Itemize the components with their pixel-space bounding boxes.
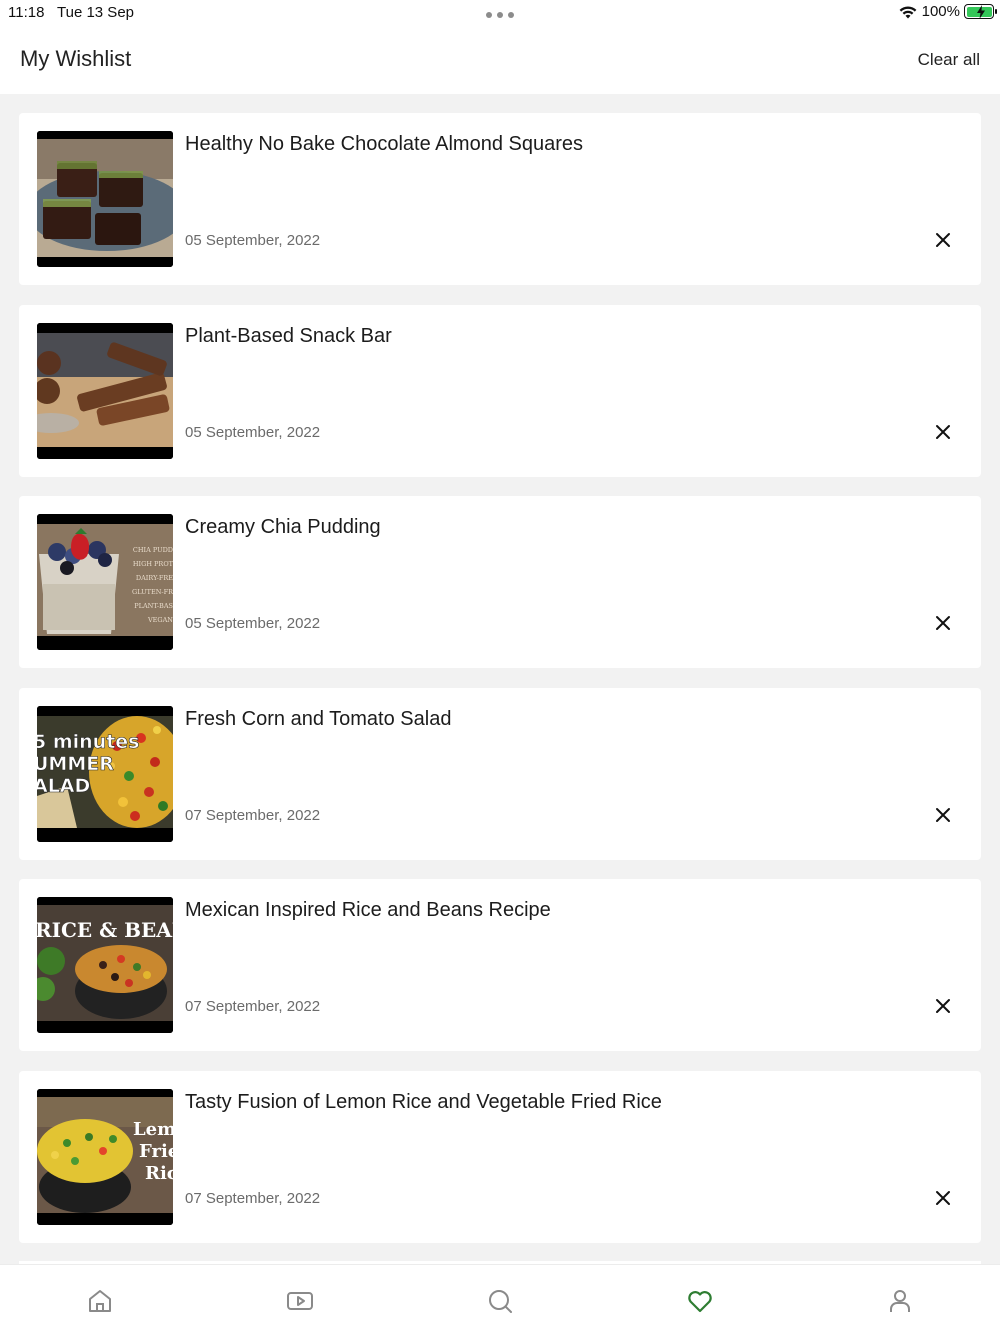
thumb-text: Lem xyxy=(133,1119,173,1140)
home-icon[interactable] xyxy=(85,1286,115,1316)
wishlist-item[interactable]: Lem Frie Ric Tasty Fusion of Lemon Rice … xyxy=(19,1070,981,1243)
recipe-thumbnail[interactable]: CHIA PUDD HIGH PROT DAIRY-FRE GLUTEN-FR … xyxy=(37,514,173,650)
thumb-text: GLUTEN-FR xyxy=(132,588,173,596)
saved-date: 07 September, 2022 xyxy=(185,1189,321,1207)
thumb-text: CHIA PUDD xyxy=(133,546,173,554)
wifi-icon xyxy=(899,5,917,18)
wishlist-list: Healthy No Bake Chocolate Almond Squares… xyxy=(19,113,981,1262)
remove-item-close-icon[interactable] xyxy=(933,230,953,250)
remove-item-close-icon[interactable] xyxy=(933,613,953,633)
clear-all-button[interactable]: Clear all xyxy=(918,50,980,70)
video-play-icon[interactable] xyxy=(285,1286,315,1316)
remove-item-close-icon[interactable] xyxy=(933,805,953,825)
page-title: My Wishlist xyxy=(20,46,132,71)
recipe-thumbnail[interactable] xyxy=(37,131,173,267)
status-bar: 11:18 Tue 13 Sep 100% xyxy=(0,0,1000,30)
recipe-thumbnail[interactable]: RICE & BEANS xyxy=(37,897,173,1033)
recipe-title[interactable]: Fresh Corn and Tomato Salad xyxy=(185,708,451,731)
remove-item-close-icon[interactable] xyxy=(933,422,953,442)
search-icon[interactable] xyxy=(485,1286,515,1316)
heart-icon[interactable] xyxy=(685,1286,715,1316)
recipe-title[interactable]: Plant-Based Snack Bar xyxy=(185,325,392,348)
remove-item-close-icon[interactable] xyxy=(933,996,953,1016)
header: My Wishlist Clear all xyxy=(0,30,1000,94)
thumb-text: 5 minutes xyxy=(37,731,139,753)
thumb-text: Ric xyxy=(145,1163,173,1184)
saved-date: 05 September, 2022 xyxy=(185,232,321,249)
recipe-thumbnail[interactable]: 5 minutes UMMER ALAD xyxy=(37,705,173,842)
recipe-thumbnail[interactable] xyxy=(37,322,173,459)
user-icon[interactable] xyxy=(885,1286,915,1316)
wishlist-item[interactable]: 5 minutes UMMER ALAD Fresh Corn and Toma… xyxy=(19,687,981,860)
battery-percent: 100% xyxy=(921,3,960,20)
thumb-text: VEGAN xyxy=(147,616,173,624)
wishlist-item[interactable]: CHIA PUDD HIGH PROT DAIRY-FRE GLUTEN-FR … xyxy=(19,496,981,668)
multitasking-dots-icon[interactable] xyxy=(486,12,514,18)
thumb-text: ALAD xyxy=(37,775,90,797)
status-date: Tue 13 Sep xyxy=(57,4,134,21)
saved-date: 07 September, 2022 xyxy=(185,806,321,824)
thumb-text: Frie xyxy=(139,1141,173,1162)
thumb-text: HIGH PROT xyxy=(133,560,173,568)
battery-charging-icon xyxy=(964,4,997,19)
status-indicators: 100% xyxy=(898,3,997,20)
remove-item-close-icon[interactable] xyxy=(933,1188,953,1208)
thumb-text: DAIRY-FRE xyxy=(136,574,173,582)
wishlist-item[interactable]: Healthy No Bake Chocolate Almond Squares… xyxy=(19,113,981,285)
thumb-text: UMMER xyxy=(37,753,114,775)
saved-date: 05 September, 2022 xyxy=(185,423,321,441)
wishlist-item[interactable]: Plant-Based Snack Bar 05 September, 2022 xyxy=(19,304,981,477)
saved-date: 05 September, 2022 xyxy=(185,615,321,632)
thumb-text: RICE & BEANS xyxy=(37,918,173,942)
recipe-title[interactable]: Tasty Fusion of Lemon Rice and Vegetable… xyxy=(185,1091,662,1114)
thumb-text: PLANT-BAS xyxy=(134,602,173,610)
recipe-title[interactable]: Creamy Chia Pudding xyxy=(185,516,381,539)
saved-date: 07 September, 2022 xyxy=(185,998,321,1015)
recipe-title[interactable]: Healthy No Bake Chocolate Almond Squares xyxy=(185,133,583,156)
wishlist-item[interactable]: RICE & BEANS Mexican Inspired Rice and B… xyxy=(19,879,981,1051)
status-time: 11:18 xyxy=(8,4,45,21)
recipe-thumbnail[interactable]: Lem Frie Ric xyxy=(37,1088,173,1225)
bottom-tab-bar xyxy=(0,1264,1000,1334)
recipe-title[interactable]: Mexican Inspired Rice and Beans Recipe xyxy=(185,899,551,922)
